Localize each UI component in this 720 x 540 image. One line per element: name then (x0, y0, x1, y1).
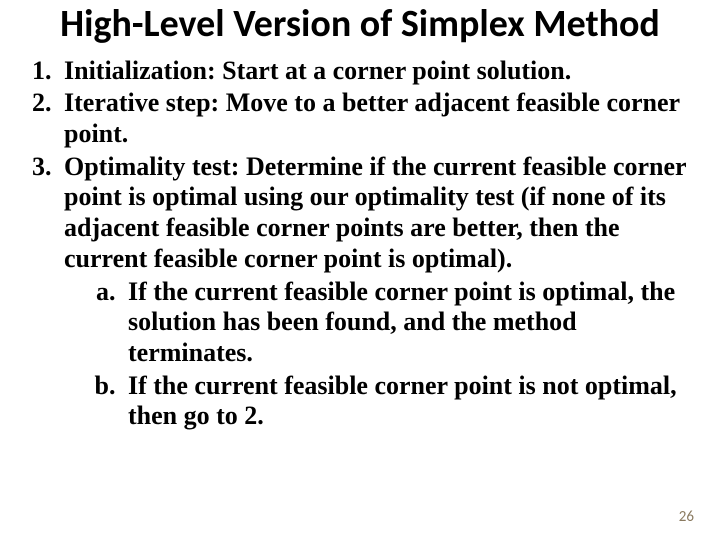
steps-list: Initialization: Start at a corner point … (0, 56, 720, 432)
step-2: Iterative step: Move to a better adjacen… (58, 88, 702, 149)
step-1: Initialization: Start at a corner point … (58, 56, 702, 87)
step-3b: If the current feasible corner point is … (122, 371, 702, 432)
step-3a: If the current feasible corner point is … (122, 277, 702, 369)
step-3: Optimality test: Determine if the curren… (58, 152, 702, 432)
step-3-text: Optimality test: Determine if the curren… (64, 152, 686, 273)
page-number: 26 (679, 508, 694, 526)
slide-title: High-Level Version of Simplex Method (0, 0, 720, 46)
step-3-sublist: If the current feasible corner point is … (64, 277, 702, 432)
slide: High-Level Version of Simplex Method Ini… (0, 0, 720, 540)
